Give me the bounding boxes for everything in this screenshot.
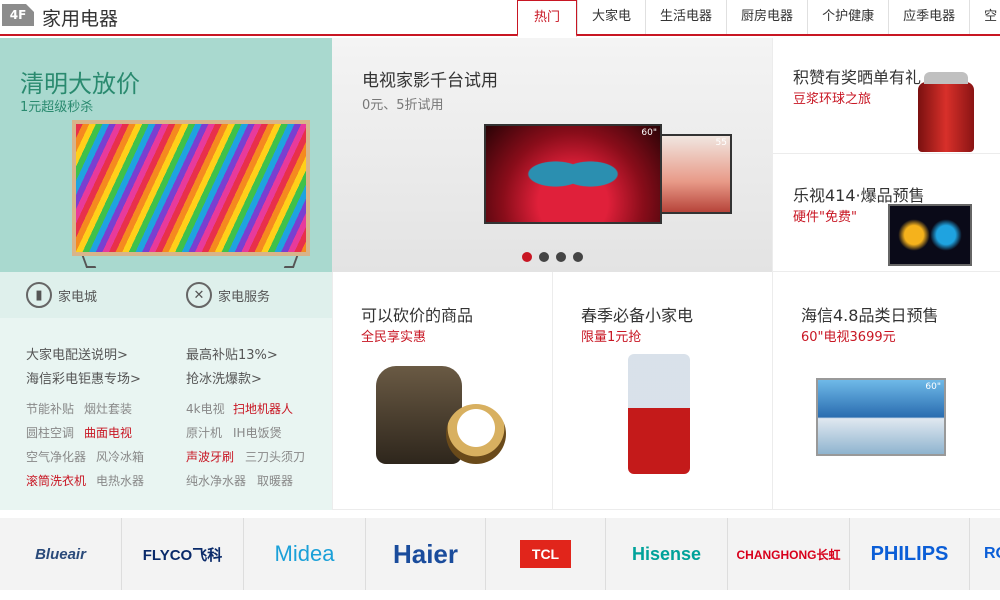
tab-hot[interactable]: 热门 bbox=[517, 0, 578, 37]
tab-personal-care[interactable]: 个护健康 bbox=[807, 0, 888, 34]
tag-link[interactable]: IH电饭煲 bbox=[233, 424, 282, 441]
appliance-mall-label: 家电城 bbox=[58, 289, 98, 305]
tv-promo-subtitle: 0元、5折试用 bbox=[362, 98, 444, 113]
side-promo-subtitle: 豆浆环球之旅 bbox=[793, 92, 872, 107]
quick-link[interactable]: 大家电配送说明> bbox=[26, 344, 128, 363]
category-tabs: 热门 大家电 生活电器 厨房电器 个护健康 应季电器 空 bbox=[517, 0, 1000, 37]
brand-logo-tcl[interactable]: TCL bbox=[486, 518, 606, 590]
tag-link[interactable]: 三刀头须刀 bbox=[245, 448, 305, 465]
tv-size-label: 55 bbox=[715, 138, 727, 148]
tools-icon: ✕ bbox=[186, 282, 212, 308]
carousel-dot[interactable] bbox=[539, 252, 549, 262]
tab-air-conditioner[interactable]: 空 bbox=[969, 0, 1000, 34]
appliance-icon: ▮ bbox=[26, 282, 52, 308]
quick-link[interactable]: 最高补贴13%> bbox=[186, 344, 278, 363]
blender-image bbox=[628, 354, 690, 474]
brand-logo-haier[interactable]: Haier bbox=[366, 518, 486, 590]
product-card-subtitle: 60"电视3699元 bbox=[801, 330, 896, 345]
rice-cooker-image bbox=[376, 366, 462, 464]
tag-link[interactable]: 风冷冰箱 bbox=[96, 448, 144, 465]
floor-badge: 4F bbox=[2, 4, 34, 26]
side-promo-title: 乐视414·爆品预售 bbox=[793, 186, 925, 205]
carousel-dot-active[interactable] bbox=[522, 252, 532, 262]
tag-link[interactable]: 电热水器 bbox=[96, 472, 144, 489]
carousel-dot[interactable] bbox=[556, 252, 566, 262]
tag-link[interactable]: 圆柱空调 bbox=[26, 424, 74, 441]
service-bar: ▮ 家电城 ✕ 家电服务 bbox=[0, 272, 332, 318]
tag-link[interactable]: 原汁机 bbox=[186, 424, 222, 441]
brand-logo-flyco[interactable]: FLYCO飞科 bbox=[122, 518, 244, 590]
tag-link[interactable]: 声波牙刷 bbox=[186, 448, 234, 465]
brand-logo-changhong[interactable]: CHANGHONG长虹 bbox=[728, 518, 850, 590]
tv-promo-title: 电视家影千台试用 bbox=[362, 71, 498, 91]
small-tv-image: 55 bbox=[660, 134, 732, 214]
product-card-title: 春季必备小家电 bbox=[581, 306, 694, 325]
carousel-dot[interactable] bbox=[573, 252, 583, 262]
tag-link[interactable]: 烟灶套装 bbox=[84, 400, 132, 417]
tab-large-appliances[interactable]: 大家电 bbox=[577, 0, 645, 34]
brand-logo-philips[interactable]: PHILIPS bbox=[850, 518, 970, 590]
side-promo-subtitle: 硬件"免费" bbox=[793, 210, 857, 225]
product-card-title: 可以砍价的商品 bbox=[361, 306, 474, 325]
product-card-subtitle: 全民享实惠 bbox=[361, 330, 427, 345]
hero-banner[interactable]: 清明大放价 1元超级秒杀 bbox=[0, 38, 332, 272]
tab-kitchen-appliances[interactable]: 厨房电器 bbox=[726, 0, 807, 34]
product-card-title: 海信4.8品类日预售 bbox=[801, 306, 939, 325]
quick-links: 大家电配送说明> 最高补贴13%> 海信彩电钜惠专场> 抢冰洗爆款> 节能补贴 … bbox=[0, 318, 332, 510]
brand-logo-blueair[interactable]: Blueair bbox=[0, 518, 122, 590]
tag-link[interactable]: 取暖器 bbox=[257, 472, 293, 489]
big-tv-image: 60" bbox=[484, 124, 662, 224]
tag-link[interactable]: 滚筒洗衣机 bbox=[26, 472, 86, 489]
tv-size-label: 60" bbox=[641, 128, 657, 138]
brand-logo-hisense[interactable]: Hisense bbox=[606, 518, 728, 590]
tag-link[interactable]: 扫地机器人 bbox=[233, 400, 293, 417]
floor-title: 家用电器 bbox=[42, 8, 119, 30]
floor-header: 4F 家用电器 热门 大家电 生活电器 厨房电器 个护健康 应季电器 空 bbox=[0, 0, 1000, 37]
tag-link[interactable]: 空气净化器 bbox=[26, 448, 86, 465]
letv-tv-image bbox=[888, 204, 972, 266]
tag-link[interactable]: 曲面电视 bbox=[84, 424, 132, 441]
hero-subtitle: 1元超级秒杀 bbox=[20, 100, 94, 115]
tag-link[interactable]: 纯水净水器 bbox=[186, 472, 246, 489]
brand-logo-partial[interactable]: RO bbox=[970, 518, 1000, 590]
appliance-service-link[interactable]: ✕ 家电服务 bbox=[186, 282, 270, 308]
brand-strip: Blueair FLYCO飞科 Midea Haier TCL Hisense … bbox=[0, 518, 1000, 590]
appliance-service-label: 家电服务 bbox=[218, 289, 271, 305]
brand-logo-midea[interactable]: Midea bbox=[244, 518, 366, 590]
product-card-subtitle: 限量1元抢 bbox=[581, 330, 642, 345]
quick-link[interactable]: 海信彩电钜惠专场> bbox=[26, 368, 141, 387]
tab-living-appliances[interactable]: 生活电器 bbox=[645, 0, 726, 34]
tcl-wordmark: TCL bbox=[519, 540, 572, 568]
quick-link[interactable]: 抢冰洗爆款> bbox=[186, 368, 262, 387]
tag-link[interactable]: 节能补贴 bbox=[26, 400, 74, 417]
hisense-tv-image: 60" bbox=[816, 378, 946, 456]
appliance-mall-link[interactable]: ▮ 家电城 bbox=[26, 282, 97, 308]
rice-bowl-image bbox=[446, 404, 506, 464]
carousel-dots bbox=[522, 252, 583, 262]
tv-size-label: 60" bbox=[925, 382, 941, 392]
tab-seasonal-appliances[interactable]: 应季电器 bbox=[888, 0, 969, 34]
soymilk-maker-image bbox=[918, 72, 974, 152]
tag-link[interactable]: 4k电视 bbox=[186, 400, 225, 417]
side-promo-title: 积赞有奖晒单有礼 bbox=[793, 68, 922, 87]
hero-title: 清明大放价 bbox=[20, 70, 140, 98]
tv-product-image bbox=[72, 120, 310, 268]
